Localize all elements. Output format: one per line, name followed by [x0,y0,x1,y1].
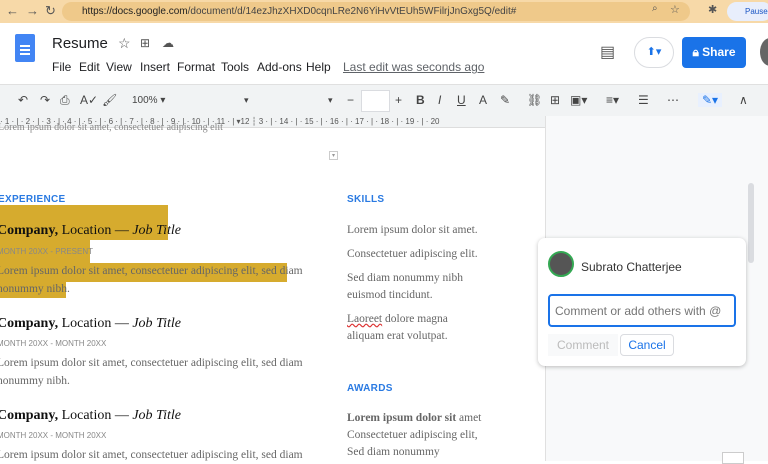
cancel-button[interactable]: Cancel [620,334,674,356]
docs-logo-icon[interactable] [15,34,35,62]
back-icon[interactable]: ← [6,3,19,18]
menu-format[interactable]: Format [177,60,215,74]
undo-icon[interactable]: ↶ [18,93,28,107]
bold-button[interactable]: B [416,93,425,107]
increase-font-button[interactable]: + [395,93,402,107]
extensions-icon[interactable]: ✱ [708,3,717,16]
font-select[interactable]: ▾ [328,95,333,106]
skills-list: Lorem ipsum dolor sit amet. Consectetuer … [347,224,478,342]
url-path: /document/d/14ezJhzXHXD0cqnLRe2N6YiHvVtE… [187,6,517,17]
menu-view[interactable]: View [106,60,132,74]
reload-icon[interactable]: ↻ [45,3,56,19]
text-color-button[interactable]: A [479,93,487,107]
move-folder-icon[interactable]: ⊞ [140,36,150,50]
skills-heading: SKILLS [347,194,385,205]
job-description: Lorem ipsum dolor sit amet, consectetuer… [0,357,303,387]
comment-card: Subrato Chatterjee Comment Cancel [538,238,746,366]
share-label: Share [702,45,736,59]
menu-help[interactable]: Help [306,60,331,74]
italic-button[interactable]: I [438,93,441,107]
comment-history-icon[interactable]: ▤ [600,42,615,62]
menu-edit[interactable]: Edit [79,60,100,74]
browser-bar: ← → ↻ https://docs.google.com/document/d… [0,0,768,23]
job-description: Lorem ipsum dolor sit amet, consectetuer… [0,265,303,295]
font-size-input[interactable] [361,90,390,112]
insert-image-icon[interactable]: ▣▾ [570,93,587,107]
add-comment-icon[interactable]: ⊞ [550,93,560,107]
editing-mode-icon[interactable]: ✎▾ [698,93,723,107]
awards-list: Lorem ipsum dolor sit amet Consectetuer a… [347,412,482,458]
decrease-font-button[interactable]: − [347,93,354,107]
profile-button[interactable]: Paused [727,2,768,21]
menu-insert[interactable]: Insert [140,60,170,74]
zoom-select[interactable]: 100% ▾ [132,95,165,106]
align-icon[interactable]: ≡▾ [606,93,619,107]
present-button[interactable]: ⬆▾ [634,37,674,68]
style-select[interactable]: ▾ [244,95,249,106]
job-heading: Company, Location — Job Title [0,316,181,331]
share-button[interactable]: 🔒︎ Share [682,37,746,68]
job-heading: Company, Location — Job Title [0,408,181,423]
zoom-icon[interactable]: ⌕ [652,3,658,14]
job-heading: Company, Location — Job Title [0,223,181,238]
print-icon[interactable]: ⎙ [60,93,70,108]
more-icon[interactable]: ⋯ [667,93,679,107]
comment-button[interactable]: Comment [548,334,618,356]
forward-icon[interactable]: → [26,3,39,18]
job-date: MONTH 20XX - MONTH 20XX [0,339,107,348]
experience-heading: EXPERIENCE [0,194,66,205]
menu-file[interactable]: File [52,60,71,74]
commenter-name: Subrato Chatterjee [581,260,682,274]
lock-icon: 🔒︎ [692,45,703,59]
outline-toggle-icon[interactable]: ▾ [329,151,338,160]
explore-button[interactable] [722,452,744,464]
cloud-status-icon: ☁ [162,36,174,50]
address-bar[interactable]: https://docs.google.com/document/d/14ezJ… [62,2,690,21]
url-host: https://docs.google.com [82,6,188,17]
collapse-icon[interactable]: ∧ [739,93,748,107]
job-description: Lorem ipsum dolor sit amet, consectetuer… [0,449,303,461]
last-edit-link[interactable]: Last edit was seconds ago [343,60,484,74]
top-line: Lorem ipsum dolor sit amet, consectetuer… [0,122,223,133]
link-icon[interactable]: ⛓ [527,93,542,107]
redo-icon[interactable]: ↷ [40,93,50,107]
document-title[interactable]: Resume [52,35,108,52]
toolbar: ↶ ↷ ⎙ A✓ 🖌︎ 100% ▾ ▾ ▾ − + B I U A ✎ ⛓ ⊞… [0,84,768,116]
highlight-icon[interactable]: ✎ [500,93,510,107]
bookmark-star-icon[interactable]: ☆ [670,3,680,16]
comment-input[interactable] [548,294,736,327]
underline-button[interactable]: U [457,93,466,107]
star-icon[interactable]: ☆ [118,35,131,52]
spellcheck-icon[interactable]: A✓ [80,93,98,107]
paint-format-icon[interactable]: 🖌︎ [102,93,117,107]
job-date: MONTH 20XX - MONTH 20XX [0,431,107,440]
awards-heading: AWARDS [347,383,393,394]
menu-tools[interactable]: Tools [221,60,249,74]
commenter-avatar [548,251,574,277]
job-date: MONTH 20XX - PRESENT [0,247,94,256]
line-spacing-icon[interactable]: ☰ [638,93,649,107]
menu-addons[interactable]: Add-ons [257,60,302,74]
scrollbar[interactable] [748,183,754,263]
